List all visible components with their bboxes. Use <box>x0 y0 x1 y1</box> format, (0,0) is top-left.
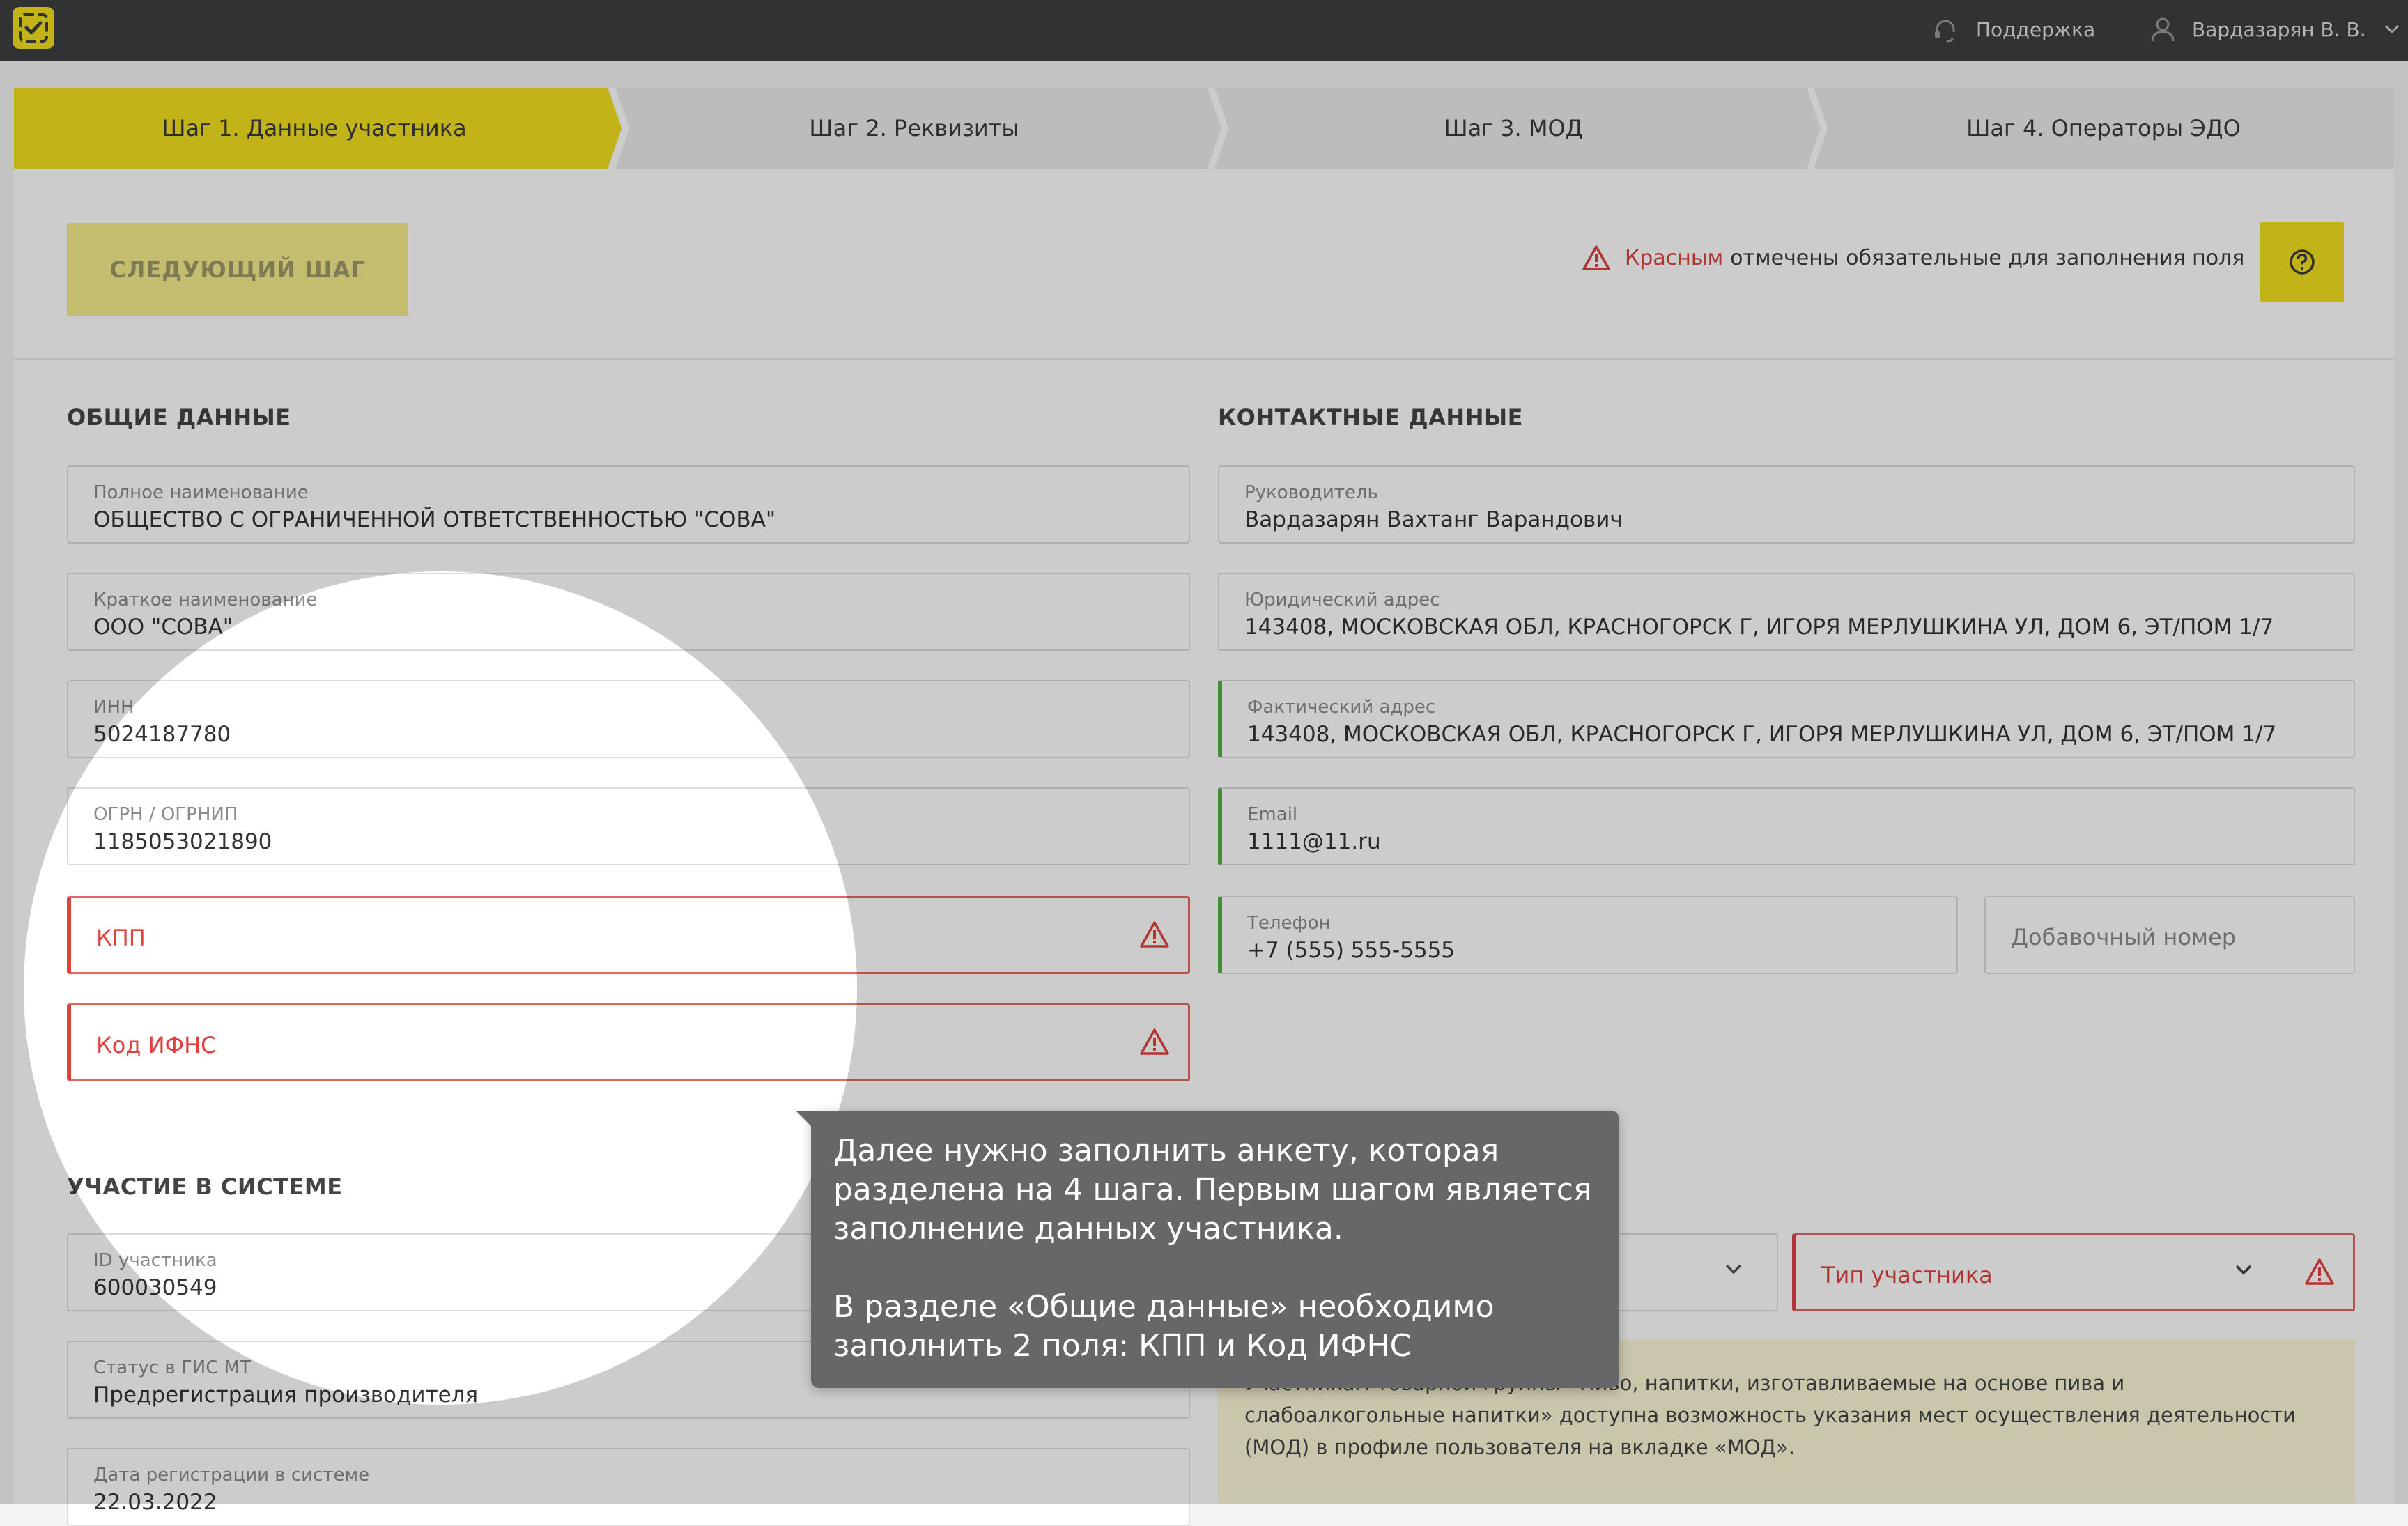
registration-date-field[interactable]: Дата регистрации в системе 22.03.2022 <box>67 1448 1190 1526</box>
field-value: 143408, МОСКОВСКАЯ ОБЛ, КРАСНОГОРСК Г, И… <box>1247 722 2277 747</box>
participant-type-select[interactable]: Тип участника <box>1792 1233 2355 1311</box>
support-link[interactable]: Поддержка <box>1931 14 2095 45</box>
question-icon <box>2290 249 2315 275</box>
warning-icon <box>1140 1028 1169 1055</box>
short-name-field[interactable]: Краткое наименование ООО "СОВА" <box>67 573 1190 651</box>
chevron-down-icon <box>1725 1264 1742 1274</box>
required-note-text: отмечены обязательные для заполнения пол… <box>1730 245 2245 270</box>
ogrn-field[interactable]: ОГРН / ОГРНИП 1185053021890 <box>67 787 1190 865</box>
field-value: 22.03.2022 <box>93 1490 217 1515</box>
support-label: Поддержка <box>1976 17 2096 41</box>
field-label: Дата регистрации в системе <box>93 1465 370 1486</box>
field-value: 1111@11.ru <box>1247 829 1381 854</box>
field-value: ОБЩЕСТВО С ОГРАНИЧЕННОЙ ОТВЕТСТВЕННОСТЬЮ… <box>93 507 776 532</box>
warning-icon <box>1140 921 1169 948</box>
field-label: Телефон <box>1247 913 1331 934</box>
field-label: ОГРН / ОГРНИП <box>93 804 238 825</box>
head-field[interactable]: Руководитель Вардазарян Вахтанг Варандов… <box>1218 465 2355 544</box>
field-placeholder: Добавочный номер <box>2011 924 2237 950</box>
phone-field[interactable]: Телефон +7 (555) 555-5555 <box>1218 896 1958 974</box>
field-label: ID участника <box>93 1250 217 1271</box>
user-icon <box>2151 17 2175 42</box>
field-label: Краткое наименование <box>93 589 318 610</box>
field-value: 143408, МОСКОВСКАЯ ОБЛ, КРАСНОГОРСК Г, И… <box>1244 615 2274 640</box>
field-label: Email <box>1247 804 1298 825</box>
ifns-code-field[interactable]: Код ИФНС <box>67 1003 1190 1081</box>
tab-step-3[interactable]: Шаг 3. МОД <box>1214 88 1813 169</box>
top-bar: Поддержка Вардазарян В. В. <box>0 0 2408 61</box>
field-value: 1185053021890 <box>93 829 272 854</box>
field-value: Предрегистрация производителя <box>93 1382 479 1408</box>
required-note-red: Красным <box>1625 245 1724 270</box>
general-data-title: ОБЩИЕ ДАННЫЕ <box>67 404 291 431</box>
tooltip-arrow <box>796 1111 828 1143</box>
field-value: Вардазарян Вахтанг Варандович <box>1244 507 1623 532</box>
extension-field[interactable]: Добавочный номер <box>1984 896 2355 974</box>
tab-step-4[interactable]: Шаг 4. Операторы ЭДО <box>1813 88 2394 169</box>
field-placeholder: Тип участника <box>1821 1262 1993 1288</box>
field-value: 5024187780 <box>93 722 231 747</box>
field-value: 600030549 <box>93 1275 217 1300</box>
required-note: Красным отмечены обязательные для заполн… <box>1582 230 2244 286</box>
tooltip-paragraph-1: Далее нужно заполнить анкету, которая ра… <box>833 1133 1592 1247</box>
form-toolbar: СЛЕДУЮЩИЙ ШАГ Красным отмечены обязатель… <box>14 169 2394 360</box>
help-button[interactable] <box>2260 222 2344 302</box>
legal-address-field[interactable]: Юридический адрес 143408, МОСКОВСКАЯ ОБЛ… <box>1218 573 2355 651</box>
field-label: Полное наименование <box>93 482 309 503</box>
actual-address-field[interactable]: Фактический адрес 143408, МОСКОВСКАЯ ОБЛ… <box>1218 680 2355 758</box>
full-name-field[interactable]: Полное наименование ОБЩЕСТВО С ОГРАНИЧЕН… <box>67 465 1190 544</box>
field-placeholder: Код ИФНС <box>96 1032 217 1058</box>
headset-icon <box>1935 20 1955 43</box>
field-placeholder: КПП <box>96 925 146 951</box>
chevron-down-icon <box>2235 1265 2252 1275</box>
email-field[interactable]: Email 1111@11.ru <box>1218 787 2355 865</box>
participation-title: УЧАСТИЕ В СИСТЕМЕ <box>67 1173 343 1200</box>
field-label: ИНН <box>93 697 134 718</box>
field-label: Руководитель <box>1244 482 1378 503</box>
field-value: +7 (555) 555-5555 <box>1247 938 1456 963</box>
kpp-field[interactable]: КПП <box>67 896 1190 974</box>
warning-icon <box>1582 245 1610 270</box>
chevron-down-icon <box>2384 24 2399 34</box>
page: Поддержка Вардазарян В. В. Шаг 1. Данные… <box>0 0 2408 1526</box>
field-value: ООО "СОВА" <box>93 615 233 640</box>
user-menu[interactable]: Вардазарян В. В. <box>2149 14 2400 45</box>
next-step-button[interactable]: СЛЕДУЮЩИЙ ШАГ <box>67 223 408 316</box>
field-label: Юридический адрес <box>1244 589 1440 610</box>
inn-field[interactable]: ИНН 5024187780 <box>67 680 1190 758</box>
user-name: Вардазарян В. В. <box>2192 17 2366 41</box>
contact-data-title: КОНТАКТНЫЕ ДАННЫЕ <box>1218 404 1523 431</box>
field-label: Статус в ГИС МТ <box>93 1357 251 1378</box>
steps-bar: Шаг 1. Данные участника Шаг 2. Реквизиты… <box>14 88 2394 169</box>
app-logo-icon[interactable] <box>13 7 54 49</box>
tab-step-2[interactable]: Шаг 2. Реквизиты <box>615 88 1214 169</box>
warning-icon <box>2305 1258 2334 1285</box>
field-label: Фактический адрес <box>1247 697 1436 718</box>
tooltip-paragraph-2: В разделе «Общие данные» необходимо запо… <box>833 1289 1495 1364</box>
tab-step-1[interactable]: Шаг 1. Данные участника <box>14 88 615 169</box>
tour-tooltip: Далее нужно заполнить анкету, которая ра… <box>796 1111 1619 1388</box>
